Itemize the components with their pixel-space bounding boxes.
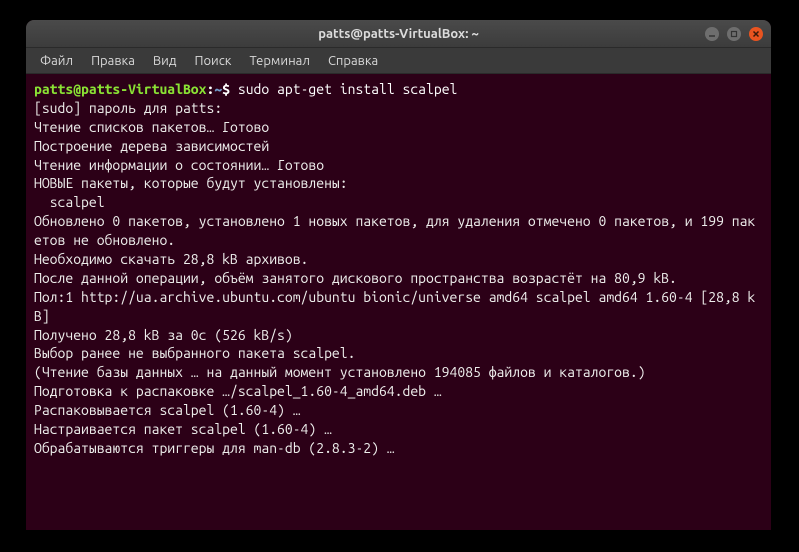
command-input: sudo apt-get install scalpel <box>238 81 458 97</box>
minimize-icon <box>708 30 716 38</box>
menu-edit[interactable]: Правка <box>83 51 143 71</box>
output-line: Получено 28,8 kB за 0с (526 kB/s) <box>34 327 293 343</box>
close-icon <box>752 30 760 38</box>
maximize-button[interactable] <box>727 27 741 41</box>
minimize-button[interactable] <box>705 27 719 41</box>
output-line: Пол:1 http://ua.archive.ubuntu.com/ubunt… <box>34 289 755 324</box>
menubar: Файл Правка Вид Поиск Терминал Справка <box>26 48 771 74</box>
menu-search[interactable]: Поиск <box>186 51 239 71</box>
prompt-dollar: $ <box>222 81 230 97</box>
output-line: Обрабатываются триггеры для man-db (2.8.… <box>34 440 395 456</box>
window-controls <box>705 27 763 41</box>
titlebar: patts@patts-VirtualBox: ~ <box>26 20 771 48</box>
output-line: НОВЫЕ пакеты, которые будут установлены: <box>34 175 348 191</box>
window-title: patts@patts-VirtualBox: ~ <box>318 27 479 41</box>
close-button[interactable] <box>749 27 763 41</box>
menu-view[interactable]: Вид <box>145 51 185 71</box>
output-line: Подготовка к распаковке …/scalpel_1.60-4… <box>34 383 442 399</box>
output-line: Обновлено 0 пакетов, установлено 1 новых… <box>34 213 755 248</box>
output-line: Чтение информации о состоянии… Готово <box>34 157 324 173</box>
output-line: Распаковывается scalpel (1.60-4) … <box>34 402 301 418</box>
output-line: Выбор ранее не выбранного пакета scalpel… <box>34 345 355 361</box>
prompt-user-host: patts@patts-VirtualBox <box>34 81 206 97</box>
menu-help[interactable]: Справка <box>320 51 386 71</box>
prompt-path: ~ <box>214 81 222 97</box>
output-line: (Чтение базы данных … на данный момент у… <box>34 364 646 380</box>
maximize-icon <box>730 30 738 38</box>
terminal-body[interactable]: patts@patts-VirtualBox:~$ sudo apt-get i… <box>26 74 771 464</box>
output-line: После данной операции, объём занятого ди… <box>34 270 677 286</box>
menu-terminal[interactable]: Терминал <box>241 51 317 71</box>
menu-file[interactable]: Файл <box>32 51 81 71</box>
output-line: Настраивается пакет scalpel (1.60-4) … <box>34 421 332 437</box>
output-line: Построение дерева зависимостей <box>34 138 269 154</box>
output-line: [sudo] пароль для patts: <box>34 100 222 116</box>
output-line: scalpel <box>34 194 105 210</box>
output-line: Необходимо скачать 28,8 kB архивов. <box>34 251 308 267</box>
terminal-window: patts@patts-VirtualBox: ~ Файл Правка Ви… <box>26 20 771 530</box>
output-line: Чтение списков пакетов… Готово <box>34 119 269 135</box>
